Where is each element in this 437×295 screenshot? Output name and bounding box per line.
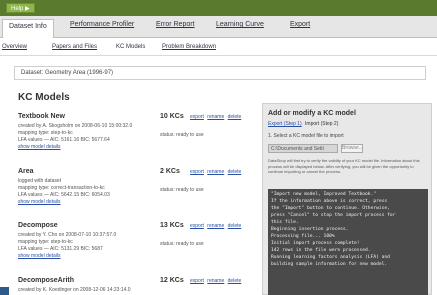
kc-actions: export rename delete [190,278,243,284]
delete-link[interactable]: delete [228,169,242,175]
export-link[interactable]: export [190,223,204,229]
kc-model-name: DecomposeArith [18,277,75,284]
kc-created: created by A. Skogsholm on 2008-06-10 15… [18,123,133,129]
export-link[interactable]: export [190,278,204,284]
tab-performance-profiler[interactable]: Performance Profiler [70,21,134,28]
tab-export[interactable]: Export [290,21,310,28]
dataset-name: Dataset: Geometry Area (1996-97) [14,66,426,80]
kc-model-name: Area [18,168,34,175]
kc-count: 2 KCs [160,168,180,175]
tab-error-report[interactable]: Error Report [156,21,195,28]
import-step-label: Import (Step 2) [305,121,339,127]
kc-created: created by K. Koedinger on 2008-12-06 14… [18,287,131,293]
export-step-link[interactable]: Export (Step 1) [268,121,302,127]
subnav-problem-breakdown[interactable]: Problem Breakdown [162,44,216,50]
kc-count: 10 KCs [160,113,184,120]
kc-mapping: mapping type: step-to-kc [18,130,73,136]
export-link[interactable]: export [190,114,204,120]
kc-lfa-values: LFA values — AIC: 5161.16 BIC: 5677.64 [18,137,110,143]
tab-dataset-info[interactable]: Dataset Info [2,19,54,38]
help-button[interactable]: Help ▶ [6,3,35,13]
import-info-text: DataShop will first try to verify the va… [268,158,420,174]
file-select-label: 1. Select a KC model file to import [268,133,344,139]
export-link[interactable]: export [190,169,204,175]
file-path-input[interactable]: C:\Documents and Setti [268,144,338,153]
kc-status: status: ready to use [160,241,204,247]
kc-mapping: mapping type: correct-transaction-to-kc [18,185,105,191]
kc-status: status: ready to use [160,132,204,138]
subnav-papers-and-files[interactable]: Papers and Files [52,44,97,50]
kc-import-panel: Add or modify a KC model Export (Step 1)… [262,103,432,295]
import-steps: Export (Step 1) Import (Step 2) [268,121,338,127]
subnav-overview[interactable]: Overview [2,44,27,50]
rename-link[interactable]: rename [207,169,224,175]
rename-link[interactable]: rename [207,278,224,284]
show-model-details-link[interactable]: show model details [18,199,61,205]
kc-created: logged with dataset [18,178,62,184]
subnav-kc-models: KC Models [116,44,146,50]
window-corner [0,287,9,295]
sub-navigation: Overview Papers and Files KC Models Prob… [0,40,437,56]
kc-model-name: Decompose [18,222,58,229]
kc-created: created by Y. Cho on 2008-07-10 10:37:57… [18,232,117,238]
kc-actions: export rename delete [190,169,243,175]
delete-link[interactable]: delete [228,114,242,120]
kc-lfa-values: LFA values — AIC: 5131.29 BIC: 5687 [18,246,103,252]
browse-button[interactable]: Browse... [341,144,363,153]
delete-link[interactable]: delete [228,223,242,229]
tab-bar: Dataset Info Performance Profiler Error … [0,16,437,38]
help-bar: Help ▶ [0,0,437,16]
kc-mapping: mapping type: step-to-kc [18,239,73,245]
kc-count: 13 KCs [160,222,184,229]
kc-actions: export rename delete [190,114,243,120]
show-model-details-link[interactable]: show model details [18,144,61,150]
kc-actions: export rename delete [190,223,243,229]
kc-model-name: Textbook New [18,113,65,120]
panel-title: Add or modify a KC model [268,110,356,117]
kc-lfa-values: LFA values — AIC: 5642.15 BIC: 6054.03 [18,192,110,198]
kc-status: status: ready to use [160,187,204,193]
rename-link[interactable]: rename [207,114,224,120]
show-model-details-link[interactable]: show model details [18,253,61,259]
delete-link[interactable]: delete [228,278,242,284]
page-title: KC Models [18,92,70,103]
rename-link[interactable]: rename [207,223,224,229]
tab-learning-curve[interactable]: Learning Curve [216,21,264,28]
kc-count: 12 KCs [160,277,184,284]
import-log-console: "Import new model, Improved Textbook." I… [268,189,428,295]
